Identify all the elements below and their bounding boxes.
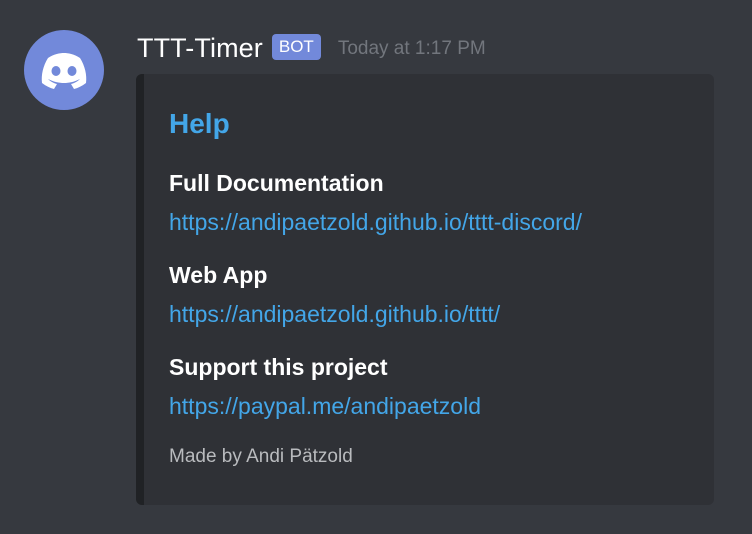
message-header: TTT-Timer BOT Today at 1:17 PM <box>137 28 486 68</box>
field-name: Support this project <box>169 354 388 380</box>
embed-footer: Made by Andi Pätzold <box>169 446 353 467</box>
message-timestamp: Today at 1:17 PM <box>337 38 486 59</box>
web-app-link[interactable]: https://andipaetzold.github.io/tttt/ <box>169 299 500 329</box>
username[interactable]: TTT-Timer <box>137 33 263 64</box>
avatar[interactable] <box>24 30 104 110</box>
embed-field: Full Documentation https://andipaetzold.… <box>169 168 582 237</box>
embed-card: Help Full Documentation https://andipaet… <box>136 74 714 505</box>
embed-field: Web App https://andipaetzold.github.io/t… <box>169 260 500 329</box>
bot-badge: BOT <box>271 34 321 60</box>
embed-field: Support this project https://paypal.me/a… <box>169 352 481 421</box>
field-name: Full Documentation <box>169 170 384 196</box>
field-name: Web App <box>169 262 268 288</box>
chat-message: TTT-Timer BOT Today at 1:17 PM Help Full… <box>0 0 752 534</box>
embed-title: Help <box>169 108 230 139</box>
paypal-link[interactable]: https://paypal.me/andipaetzold <box>169 391 481 421</box>
discord-logo-icon <box>41 53 87 89</box>
documentation-link[interactable]: https://andipaetzold.github.io/tttt-disc… <box>169 207 582 237</box>
